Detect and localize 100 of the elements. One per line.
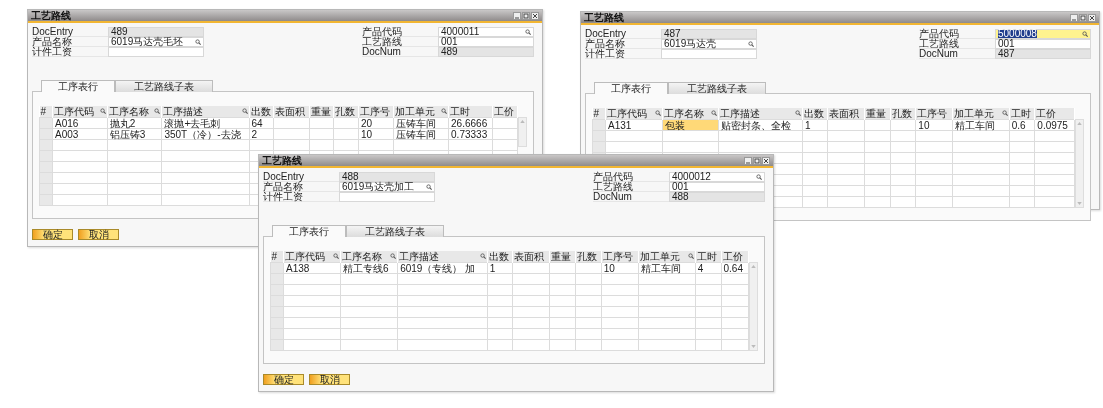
table-cell: A138 [286, 262, 310, 274]
column-header[interactable]: 孔数 [575, 251, 602, 263]
tab[interactable]: 工艺路线子表 [115, 80, 213, 92]
column-header[interactable]: 工序描述 [161, 106, 249, 118]
column-header[interactable]: 工序描述 [397, 251, 488, 263]
input-field: 488 [339, 172, 435, 182]
tab[interactable]: 工序表行 [272, 225, 346, 237]
table-cell: 64 [251, 117, 263, 129]
highlighted-cell[interactable]: 包装 [662, 119, 719, 131]
input-field[interactable]: 001 [669, 182, 765, 192]
column-header[interactable]: 加工单元 [393, 106, 449, 118]
table-cell: 4 [697, 262, 704, 274]
up-arrow-icon[interactable] [520, 120, 525, 123]
table-cell: A016 [55, 117, 79, 129]
column-header[interactable]: 工时 [448, 106, 493, 118]
tab[interactable]: 工艺路线子表 [668, 82, 766, 94]
button[interactable]: 取消 [78, 229, 119, 240]
table-cell: 0.6 [1011, 119, 1026, 131]
close-button[interactable] [762, 156, 770, 165]
table-cell: 0.0975 [1037, 119, 1068, 131]
table-cell: 10 [360, 128, 373, 140]
input-field[interactable] [108, 47, 204, 57]
input-field[interactable]: 001 [438, 37, 534, 47]
maximize-button[interactable] [522, 11, 530, 20]
column-header[interactable]: 工序号 [358, 106, 394, 118]
search-icon [794, 110, 801, 116]
table-cell: 0.73333 [451, 128, 488, 140]
tab[interactable]: 工艺路线子表 [346, 225, 444, 237]
table-cell: 贴密封条、全检 [721, 119, 792, 131]
column-header[interactable]: 工序号 [915, 108, 953, 120]
column-header[interactable]: 出数 [802, 108, 828, 120]
table-cell: 滚抛+去毛刺 [164, 117, 221, 129]
table-cell: 精工车间 [640, 262, 681, 274]
column-header[interactable]: 重量 [309, 106, 334, 118]
column-header[interactable]: 工价 [492, 106, 518, 118]
input-field[interactable] [339, 192, 435, 202]
input-field[interactable]: 4000012 [669, 172, 765, 182]
column-header[interactable]: 出数 [487, 251, 513, 263]
input-field: 488 [669, 192, 765, 202]
search-icon [333, 253, 340, 259]
column-header[interactable]: 工序描述 [718, 108, 803, 120]
column-header[interactable]: 加工单元 [952, 108, 1010, 120]
column-header[interactable]: 工序名称 [107, 106, 162, 118]
column-header[interactable]: 表面积 [827, 108, 865, 120]
close-button[interactable] [1088, 13, 1096, 22]
input-field: 489 [438, 47, 534, 57]
minimize-button[interactable] [744, 156, 752, 165]
column-header[interactable]: 工序代码 [283, 251, 341, 263]
column-header[interactable]: 表面积 [512, 251, 550, 263]
button[interactable]: 确定 [263, 374, 304, 385]
column-header[interactable]: 孔数 [890, 108, 916, 120]
table-cell: 0.64 [723, 262, 743, 274]
button[interactable]: 取消 [309, 374, 350, 385]
column-header[interactable]: 重量 [549, 251, 576, 263]
search-icon [687, 253, 694, 259]
tab[interactable]: 工序表行 [594, 82, 668, 94]
maximize-button[interactable] [1079, 13, 1087, 22]
button[interactable]: 确定 [32, 229, 73, 240]
column-header[interactable]: 工时 [695, 251, 722, 263]
column-header[interactable]: 工价 [1034, 108, 1075, 120]
search-icon [748, 41, 754, 47]
scrollbar[interactable] [1075, 119, 1084, 208]
up-arrow-icon[interactable] [1077, 122, 1082, 125]
column-header[interactable]: 出数 [249, 106, 274, 118]
tab[interactable]: 工序表行 [41, 80, 115, 92]
table-cell: 10 [918, 119, 930, 131]
input-field[interactable] [661, 49, 757, 59]
down-arrow-icon[interactable] [1077, 202, 1082, 205]
scrollbar[interactable] [518, 117, 527, 147]
input-field[interactable]: 001 [995, 39, 1091, 49]
column-header[interactable]: 工序名称 [340, 251, 398, 263]
close-button[interactable] [531, 11, 539, 20]
table-cell: 350T（冷）-去浇 [164, 128, 241, 140]
column-header[interactable]: 工序代码 [52, 106, 108, 118]
search-icon [390, 253, 397, 259]
column-header[interactable]: 工价 [721, 251, 749, 263]
search-icon [479, 253, 486, 259]
search-icon [756, 174, 762, 180]
input-field[interactable]: 4000011 [438, 27, 534, 37]
table-cell: 铝压铸3 [109, 128, 146, 140]
window-title: 工艺路线 [31, 10, 71, 21]
search-icon [441, 108, 448, 114]
column-header[interactable]: 重量 [864, 108, 891, 120]
maximize-button[interactable] [753, 156, 761, 165]
column-header[interactable]: 加工单元 [638, 251, 696, 263]
table-cell: 6019（专线） 加 [400, 262, 476, 274]
minimize-button[interactable] [513, 11, 521, 20]
scrollbar[interactable] [749, 262, 758, 351]
down-arrow-icon[interactable] [751, 345, 756, 348]
column-header[interactable]: 工时 [1009, 108, 1035, 120]
column-header[interactable]: 工序号 [601, 251, 639, 263]
search-icon [1001, 110, 1008, 116]
column-header[interactable]: 工序代码 [605, 108, 663, 120]
table-cell: 抛丸2 [109, 117, 136, 129]
column-header[interactable]: 孔数 [333, 106, 359, 118]
column-header[interactable]: 表面积 [273, 106, 310, 118]
minimize-button[interactable] [1070, 13, 1078, 22]
table-cell: 压铸车间 [396, 117, 437, 129]
up-arrow-icon[interactable] [751, 265, 756, 268]
input-field: 487 [995, 49, 1091, 59]
